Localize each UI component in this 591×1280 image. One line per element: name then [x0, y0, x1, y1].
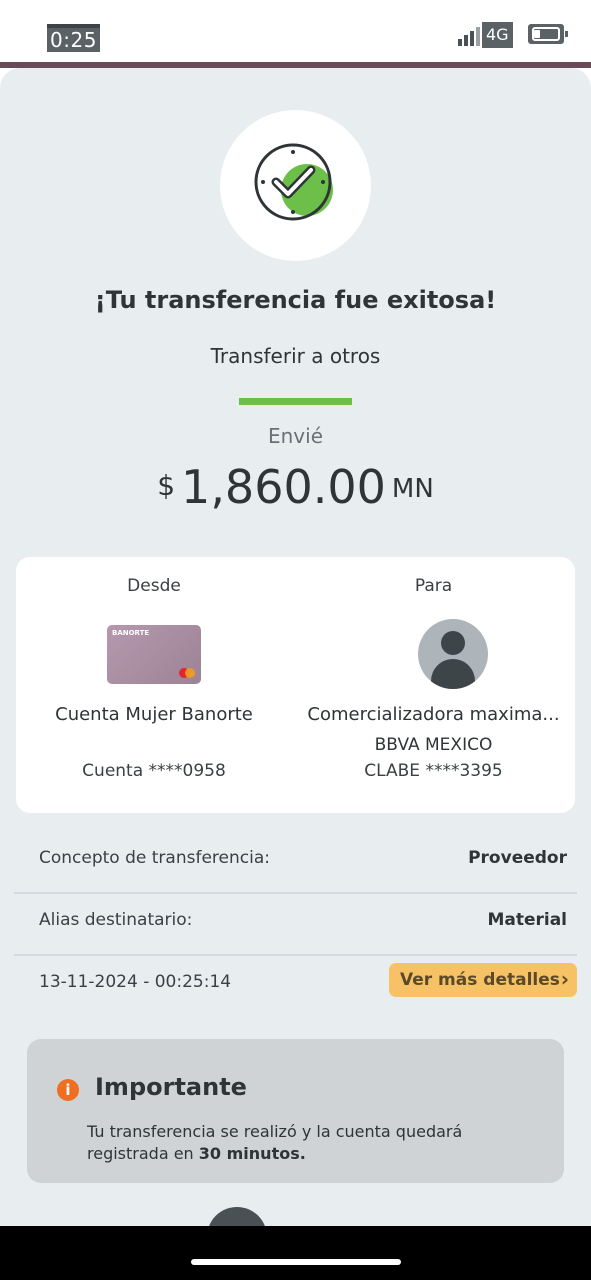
- network-type: 4G: [482, 22, 513, 48]
- confirmation-sheet: ¡Tu transferencia fue exitosa! Transferi…: [0, 68, 591, 1267]
- amount: $1,860.00 MN: [0, 460, 591, 514]
- from-account-number: Cuenta ****0958: [82, 761, 226, 781]
- concept-label: Concepto de transferencia:: [39, 848, 270, 868]
- timestamp-row: 13-11-2024 - 00:25:14 Ver más detalles ›: [14, 958, 577, 1018]
- concept-row: Concepto de transferencia: Proveedor: [14, 832, 577, 894]
- notice-title: Importante: [95, 1073, 247, 1101]
- transfer-type: Transferir a otros: [210, 344, 381, 368]
- to-account: Para Comercializadora maxima... BBVA MEX…: [292, 557, 575, 813]
- system-nav-bar: [0, 1226, 591, 1280]
- concept-value: Proveedor: [468, 848, 567, 868]
- currency-symbol: $: [157, 469, 176, 502]
- accent-bar: [239, 398, 352, 405]
- sent-label: Envié: [267, 424, 323, 448]
- notice-text: Tu transferencia se realizó y la cuenta …: [87, 1122, 463, 1163]
- alias-row: Alias destinatario: Material: [14, 894, 577, 956]
- currency-code: MN: [391, 474, 434, 504]
- alias-value: Material: [487, 910, 567, 930]
- chevron-right-icon: ›: [560, 967, 569, 991]
- info-icon: i: [57, 1079, 79, 1101]
- notice-emphasis: 30 minutos.: [198, 1144, 306, 1163]
- recipient-avatar: [418, 619, 488, 689]
- success-badge: [220, 110, 371, 261]
- to-heading: Para: [414, 576, 453, 596]
- home-indicator[interactable]: [191, 1259, 401, 1265]
- from-heading: Desde: [127, 576, 181, 596]
- to-account-name: Comercializadora maxima...: [307, 704, 560, 725]
- to-bank-name: BBVA MEXICO: [374, 735, 493, 755]
- important-notice: i Importante Tu transferencia se realizó…: [27, 1039, 564, 1183]
- more-details-label: Ver más detalles: [400, 970, 560, 990]
- bank-card-image: BANORTE: [107, 625, 201, 684]
- transfer-timestamp: 13-11-2024 - 00:25:14: [39, 972, 232, 992]
- alias-label: Alias destinatario:: [39, 910, 193, 930]
- card-brand-logo: BANORTE: [112, 629, 150, 637]
- status-time: 0:25: [47, 24, 100, 52]
- status-bar: 0:25 4G: [0, 0, 591, 62]
- from-account-name: Cuenta Mujer Banorte: [55, 704, 253, 725]
- battery-icon: [528, 24, 568, 44]
- success-title: ¡Tu transferencia fue exitosa!: [94, 286, 497, 314]
- from-account: Desde BANORTE Cuenta Mujer Banorte Cuent…: [16, 557, 292, 813]
- signal-icon: [458, 24, 480, 46]
- to-account-number: CLABE ****3395: [364, 761, 503, 781]
- check-clock-icon: [254, 143, 333, 221]
- amount-value: 1,860.00: [181, 460, 386, 514]
- more-details-button[interactable]: Ver más detalles ›: [389, 963, 577, 997]
- transfer-summary-card: Desde BANORTE Cuenta Mujer Banorte Cuent…: [16, 557, 575, 813]
